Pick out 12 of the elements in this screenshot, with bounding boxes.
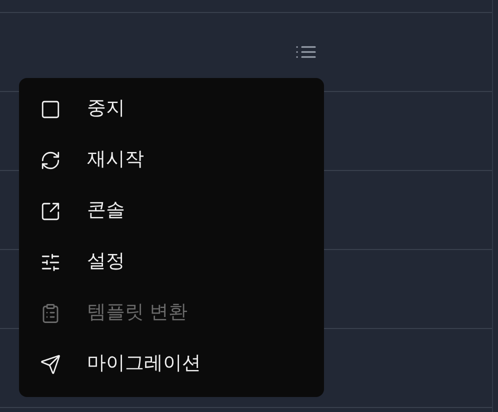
external-link-icon <box>40 201 61 222</box>
menu-item[interactable]: 중지 <box>19 84 324 135</box>
menu-item[interactable]: 콘솔 <box>19 186 324 237</box>
square-icon <box>40 99 61 120</box>
paper-plane-icon <box>40 354 61 375</box>
refresh-icon <box>40 150 61 171</box>
menu-item[interactable]: 재시작 <box>19 135 324 186</box>
menu-item[interactable]: 설정 <box>19 237 324 288</box>
list-icon[interactable] <box>295 44 317 60</box>
sliders-icon <box>40 252 61 273</box>
clipboard-icon <box>40 303 61 324</box>
menu-item[interactable]: 마이그레이션 <box>19 339 324 390</box>
